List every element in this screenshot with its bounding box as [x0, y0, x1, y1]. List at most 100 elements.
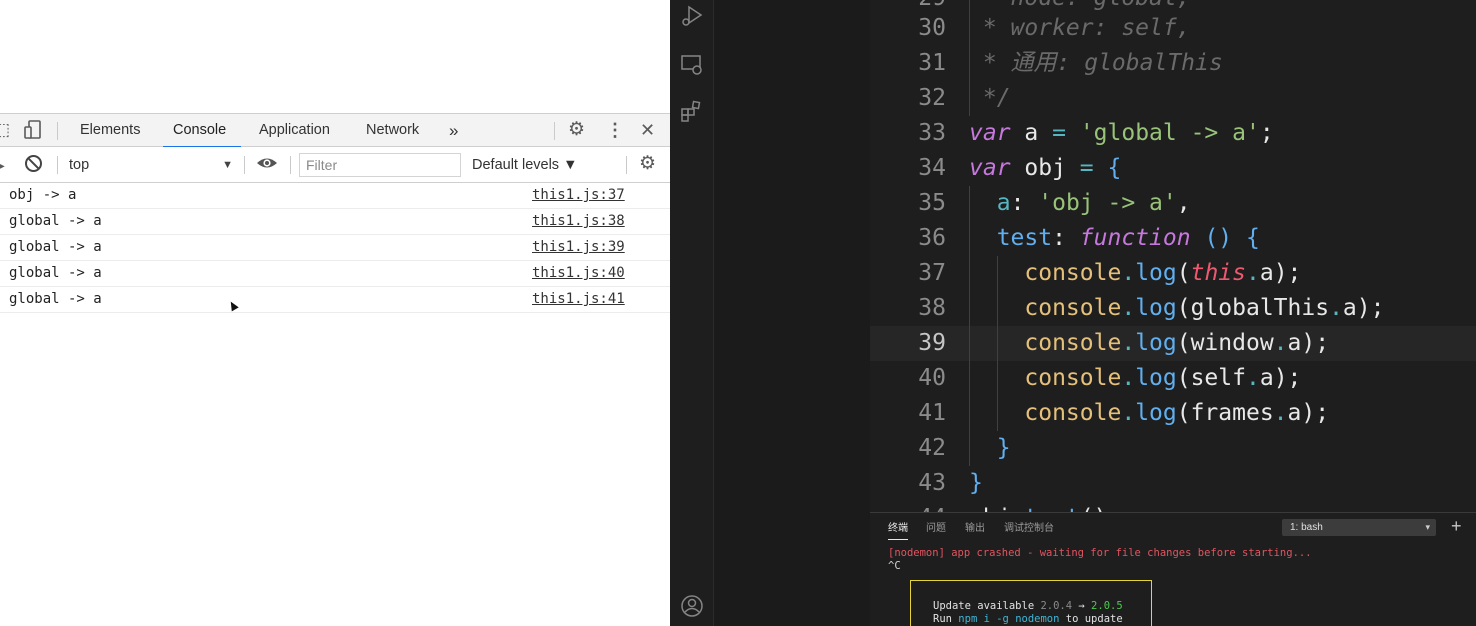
- code-line: 36 test: function () {: [870, 221, 1476, 256]
- identifier-token: (window: [1176, 330, 1274, 356]
- line-number: 38: [918, 295, 946, 321]
- tab-elements[interactable]: Elements: [80, 114, 140, 147]
- code-line: 42 }: [870, 431, 1476, 466]
- line-number: 44: [870, 501, 946, 512]
- console-toolbar: ▶ top ▼ Filter Default levels ▼ ⚙: [0, 147, 670, 183]
- clear-console-icon[interactable]: [24, 154, 43, 178]
- console-message: global -> a this1.js:39: [0, 235, 670, 261]
- remote-explorer-icon[interactable]: [680, 53, 704, 77]
- dot-token: .: [1121, 295, 1136, 321]
- source-link[interactable]: this1.js:40: [532, 261, 625, 286]
- panel-tab-terminal[interactable]: 终端: [888, 522, 908, 540]
- tab-network[interactable]: Network: [366, 114, 419, 147]
- browser-devtools-window: ⬚ Elements Console Application Network »…: [0, 0, 670, 626]
- gear-icon[interactable]: ⚙: [568, 120, 585, 140]
- page-viewport: [0, 0, 670, 113]
- identifier-token: a: [1259, 365, 1274, 391]
- code-text: obj.test();: [969, 501, 1121, 512]
- console-settings-gear-icon[interactable]: ⚙: [639, 154, 656, 174]
- message-text: global -> a: [9, 213, 102, 229]
- identifier-token: (self: [1176, 365, 1246, 391]
- identifier-token: a: [1287, 330, 1302, 356]
- console-message: obj -> a this1.js:37: [0, 183, 670, 209]
- kebab-menu-icon[interactable]: ⋮: [606, 120, 624, 140]
- code-line: 33 var a = 'global -> a';: [870, 116, 1476, 151]
- punct-token: );: [1301, 330, 1330, 356]
- dot-token: .: [1273, 330, 1288, 356]
- code-line: 43 }: [870, 466, 1476, 501]
- filter-input[interactable]: Filter: [299, 153, 461, 177]
- tab-console[interactable]: Console: [162, 114, 242, 148]
- indent-token: [969, 435, 997, 461]
- new-terminal-plus-icon[interactable]: +: [1451, 516, 1462, 536]
- run-debug-icon[interactable]: [680, 4, 704, 28]
- dot-token: .: [1121, 365, 1136, 391]
- close-icon[interactable]: ✕: [640, 120, 655, 140]
- console-messages: obj -> a this1.js:37 global -> a this1.j…: [0, 183, 670, 313]
- dot-token: .: [1121, 260, 1136, 286]
- code-text: * worker: self,: [969, 11, 1191, 46]
- context-selector[interactable]: top ▼: [69, 155, 237, 175]
- comment-token: */: [969, 85, 1011, 111]
- string-token: 'obj -> a': [1038, 190, 1177, 216]
- punct-token: );: [1273, 260, 1302, 286]
- divider: [57, 156, 58, 174]
- source-link[interactable]: this1.js:39: [532, 235, 625, 260]
- code-text: a: 'obj -> a',: [969, 186, 1191, 221]
- dot-token: .: [1011, 505, 1025, 512]
- code-text: console.log(window.a);: [969, 326, 1329, 361]
- brace-token: }: [996, 435, 1011, 461]
- source-link[interactable]: this1.js:41: [532, 287, 625, 312]
- property-token: a: [996, 190, 1011, 216]
- device-toolbar-icon[interactable]: [24, 120, 42, 145]
- code-editor-window: 29 * node: global, 30 * worker: self, 31…: [670, 0, 1476, 626]
- update-command: npm i -g nodemon: [958, 613, 1060, 625]
- activity-bar: [670, 0, 714, 626]
- line-number: 34: [918, 155, 946, 181]
- console-message: global -> a this1.js:38: [0, 209, 670, 235]
- dot-token: .: [1245, 365, 1260, 391]
- update-notice-box: Update available 2.0.4 → 2.0.5 Run npm i…: [910, 580, 1152, 626]
- dot-token: .: [1121, 330, 1136, 356]
- account-icon[interactable]: [680, 594, 704, 618]
- editor-pane[interactable]: 29 * node: global, 30 * worker: self, 31…: [870, 0, 1476, 512]
- method-token: log: [1135, 330, 1177, 356]
- console-sidebar-icon[interactable]: ▶: [0, 155, 5, 175]
- tab-application[interactable]: Application: [259, 114, 330, 147]
- extensions-icon[interactable]: [680, 100, 704, 124]
- terminal-shell-select[interactable]: 1: bash ▾: [1282, 519, 1436, 536]
- panel-tab-debug-console[interactable]: 调试控制台: [1004, 522, 1054, 536]
- object-token: console: [1024, 330, 1122, 356]
- identifier-token: obj: [1010, 155, 1080, 181]
- operator-token: =: [1079, 155, 1094, 181]
- source-link[interactable]: this1.js:37: [532, 183, 625, 208]
- code-text: console.log(globalThis.a);: [969, 291, 1384, 326]
- code-text: * 通用: globalThis: [969, 46, 1223, 81]
- terminal-panel: 终端 问题 输出 调试控制台 1: bash ▾ + [nodemon] app…: [870, 512, 1476, 626]
- code-line: 32 */: [870, 81, 1476, 116]
- this-token: this: [1190, 260, 1246, 286]
- operator-token: =: [1052, 120, 1066, 146]
- console-message: global -> a this1.js:41: [0, 287, 670, 313]
- more-tabs-button[interactable]: »: [449, 114, 458, 147]
- code-text: console.log(self.a);: [969, 361, 1301, 396]
- panel-tab-output[interactable]: 输出: [965, 522, 985, 536]
- terminal-output-line: ^C: [888, 560, 901, 572]
- punct-token: :: [1052, 225, 1080, 251]
- identifier-token: obj: [969, 505, 1011, 512]
- terminal-output-line: [nodemon] app crashed - waiting for file…: [888, 547, 1312, 559]
- line-number: 32: [918, 85, 946, 111]
- inspect-element-icon[interactable]: ⬚: [0, 120, 10, 140]
- comment-token: * node: global,: [969, 0, 1191, 11]
- method-token: log: [1135, 365, 1177, 391]
- identifier-token: a: [1342, 295, 1357, 321]
- object-token: console: [1024, 365, 1122, 391]
- source-link[interactable]: this1.js:38: [532, 209, 625, 234]
- live-expression-eye-icon[interactable]: [256, 154, 278, 177]
- update-prefix: Update available: [933, 600, 1041, 612]
- log-levels-dropdown[interactable]: Default levels ▼: [472, 155, 577, 175]
- punct-token: :: [1010, 190, 1039, 216]
- arrow-text: →: [1072, 600, 1092, 612]
- panel-tab-problems[interactable]: 问题: [926, 522, 946, 536]
